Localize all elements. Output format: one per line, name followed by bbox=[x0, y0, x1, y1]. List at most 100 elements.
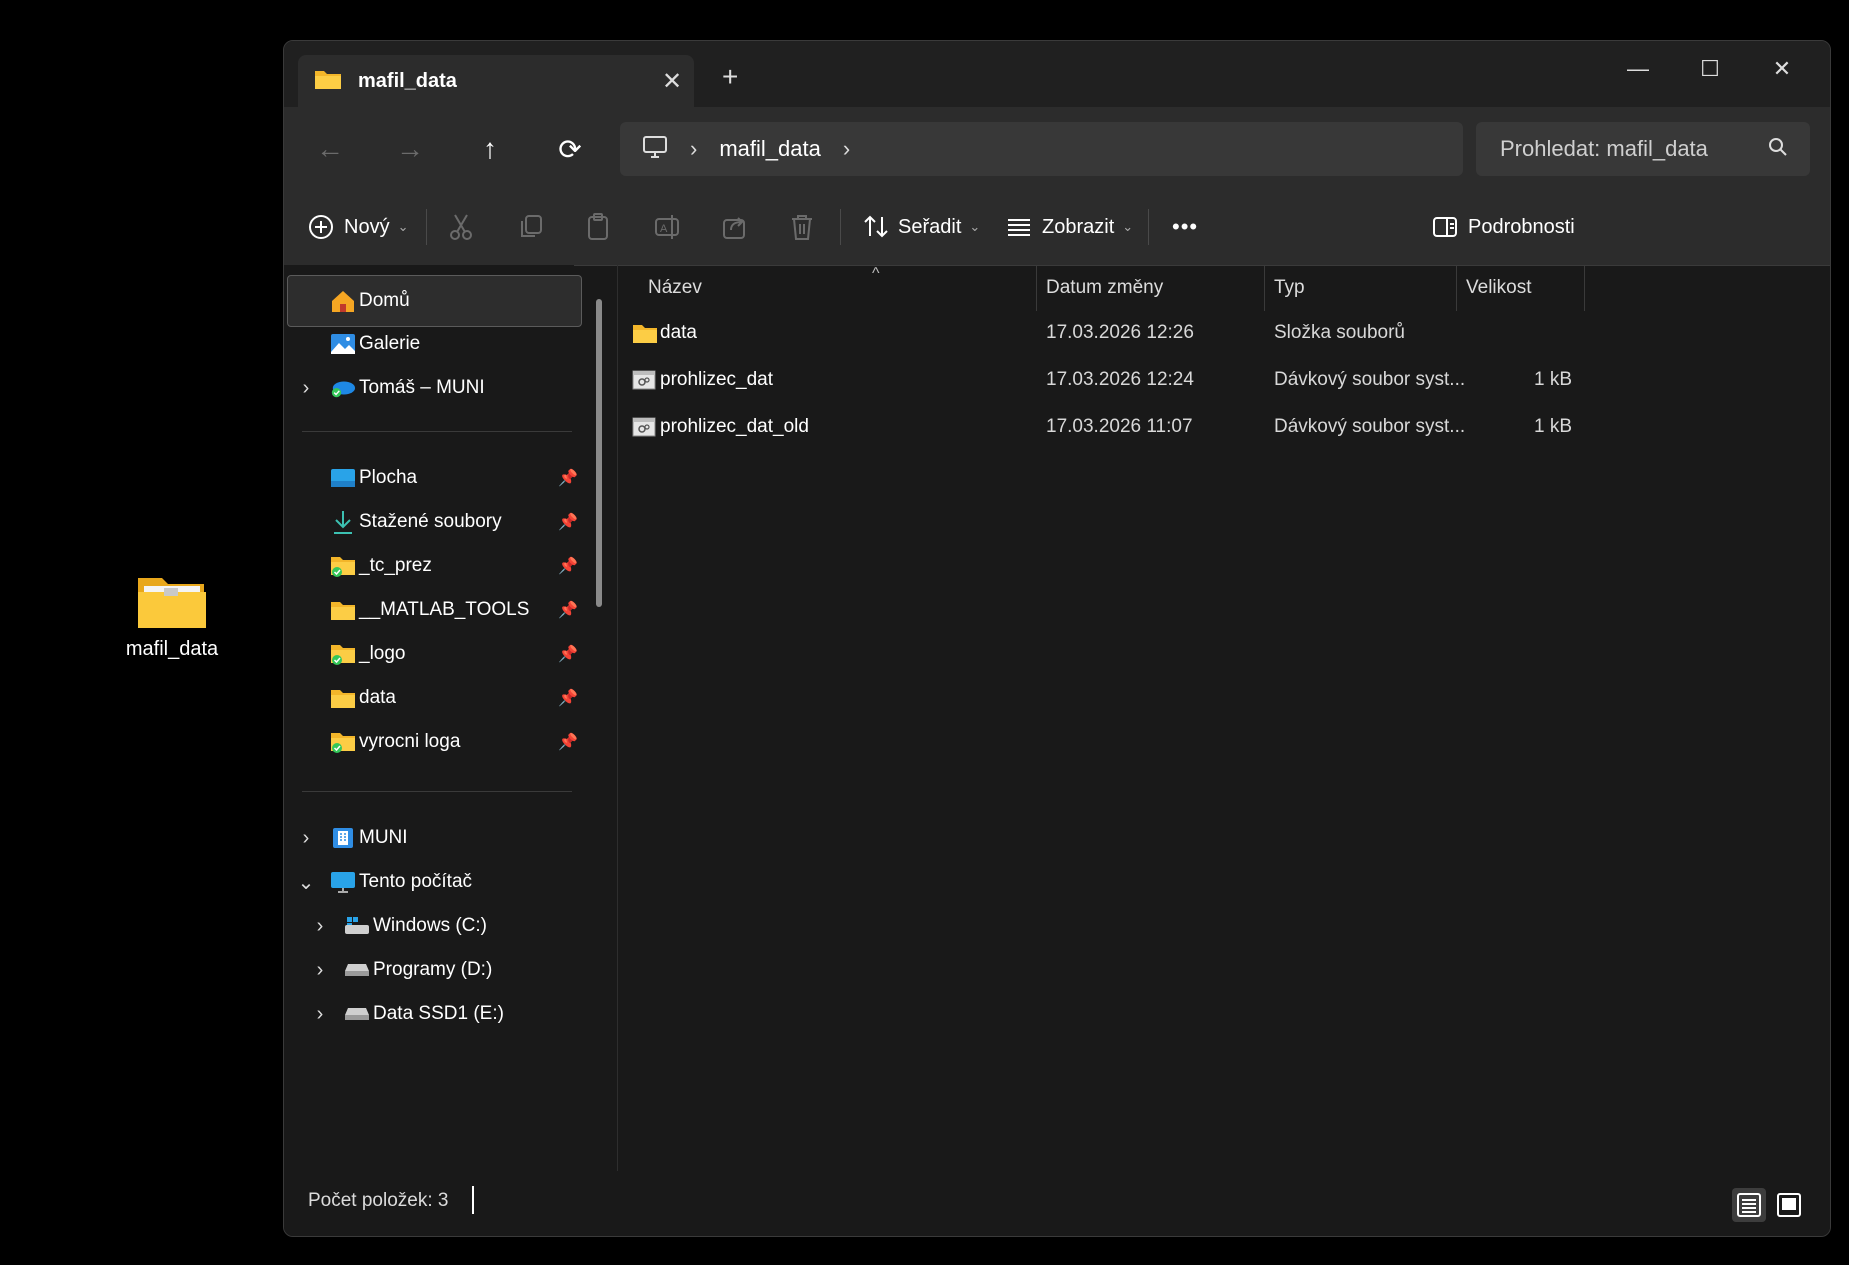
share-icon[interactable] bbox=[722, 203, 748, 251]
search-input[interactable]: Prohledat: mafil_data bbox=[1500, 136, 1768, 162]
item-count: Počet položek: 3 bbox=[308, 1190, 449, 1211]
tab-mafil-data[interactable]: mafil_data ✕ bbox=[298, 55, 694, 107]
sidebar-item-tc-prez[interactable]: _tc_prez 📌 bbox=[288, 541, 580, 591]
computer-icon bbox=[330, 870, 356, 894]
new-button[interactable]: Nový ⌄ bbox=[308, 203, 408, 251]
refresh-button[interactable]: ⟳ bbox=[546, 125, 594, 173]
large-icons-view-button[interactable] bbox=[1772, 1188, 1806, 1222]
sidebar-item-tento-pocitac[interactable]: ⌄ Tento počítač bbox=[288, 857, 580, 907]
status-bar: Počet položek: 3 bbox=[284, 1172, 1830, 1236]
column-header-type[interactable]: Typ bbox=[1274, 265, 1305, 311]
maximize-button[interactable]: ☐ bbox=[1674, 47, 1746, 91]
table-row[interactable]: prohlizec_dat 17.03.2026 12:24 Dávkový s… bbox=[618, 357, 1770, 403]
details-view-icon bbox=[1737, 1193, 1761, 1217]
folder-icon bbox=[330, 686, 356, 710]
copy-icon[interactable] bbox=[518, 203, 544, 251]
sort-icon bbox=[864, 215, 888, 238]
table-row[interactable]: data 17.03.2026 12:26 Složka souborů bbox=[618, 310, 1770, 356]
gallery-icon bbox=[330, 332, 356, 356]
folder-icon bbox=[314, 68, 342, 95]
sidebar-item-data[interactable]: data 📌 bbox=[288, 673, 580, 723]
sidebar-item-label: Domů bbox=[359, 290, 410, 311]
file-date: 17.03.2026 11:07 bbox=[1046, 416, 1193, 437]
pin-icon[interactable]: 📌 bbox=[558, 688, 578, 708]
minimize-button[interactable]: — bbox=[1602, 47, 1674, 91]
table-row[interactable]: prohlizec_dat_old 17.03.2026 11:07 Dávko… bbox=[618, 404, 1770, 450]
sidebar-item-label: MUNI bbox=[359, 827, 408, 848]
sidebar-item-programy-d[interactable]: › Programy (D:) bbox=[288, 945, 580, 995]
desktop-folder-shortcut[interactable]: mafil_data bbox=[112, 570, 232, 661]
up-button[interactable]: ↑ bbox=[466, 125, 514, 173]
details-view-button[interactable] bbox=[1732, 1188, 1766, 1222]
sidebar-item-logo[interactable]: _logo 📌 bbox=[288, 629, 580, 679]
file-name[interactable]: data bbox=[660, 310, 697, 356]
details-pane-button[interactable]: Podrobnosti bbox=[1432, 203, 1575, 251]
sidebar-item-data-ssd1-e[interactable]: › Data SSD1 (E:) bbox=[288, 989, 580, 1039]
rename-icon[interactable]: A bbox=[654, 203, 682, 251]
search-box[interactable]: Prohledat: mafil_data bbox=[1476, 122, 1810, 176]
file-date: 17.03.2026 12:26 bbox=[1046, 322, 1194, 343]
forward-button[interactable]: → bbox=[386, 125, 434, 173]
column-header-size[interactable]: Velikost bbox=[1466, 265, 1531, 311]
view-button[interactable]: Zobrazit ⌄ bbox=[1006, 203, 1133, 251]
sidebar-item-gallery[interactable]: Galerie bbox=[288, 319, 580, 369]
pin-icon[interactable]: 📌 bbox=[558, 732, 578, 752]
navigation-pane: Domů Galerie › Tomáš – MUNI Plocha 📌 Sta… bbox=[284, 265, 582, 1171]
chevron-right-icon[interactable]: › bbox=[310, 1003, 330, 1026]
sidebar-item-vyrocni-loga[interactable]: vyrocni loga 📌 bbox=[288, 717, 580, 767]
drive-icon bbox=[344, 1002, 370, 1026]
sidebar-item-matlab-tools[interactable]: __MATLAB_TOOLS 📌 bbox=[288, 585, 580, 635]
sidebar-item-onedrive[interactable]: › Tomáš – MUNI bbox=[288, 363, 580, 413]
chevron-down-icon: ⌄ bbox=[1122, 219, 1134, 234]
file-name[interactable]: prohlizec_dat_old bbox=[660, 404, 809, 450]
synced-folder-icon bbox=[330, 730, 356, 754]
sidebar-item-plocha[interactable]: Plocha 📌 bbox=[288, 453, 580, 503]
search-icon[interactable] bbox=[1768, 137, 1788, 162]
close-tab-icon[interactable]: ✕ bbox=[650, 67, 694, 96]
sidebar-item-label: Stažené soubory bbox=[359, 511, 502, 532]
pin-icon[interactable]: 📌 bbox=[558, 600, 578, 620]
sidebar-item-stazene-soubory[interactable]: Stažené soubory 📌 bbox=[288, 497, 580, 547]
more-options-button[interactable]: ••• bbox=[1172, 203, 1198, 251]
sidebar-item-label: _logo bbox=[359, 643, 406, 664]
breadcrumb-chevron-icon[interactable]: › bbox=[843, 136, 850, 162]
paste-icon[interactable] bbox=[586, 203, 612, 251]
file-name[interactable]: prohlizec_dat bbox=[660, 357, 773, 403]
breadcrumb-mafil-data[interactable]: mafil_data bbox=[719, 136, 821, 162]
sidebar-item-label: Programy (D:) bbox=[373, 959, 493, 980]
building-icon bbox=[330, 826, 356, 850]
chevron-down-icon[interactable]: ⌄ bbox=[296, 870, 316, 895]
close-window-button[interactable]: ✕ bbox=[1746, 47, 1818, 91]
title-bar: mafil_data ✕ + — ☐ ✕ bbox=[284, 41, 1830, 107]
chevron-right-icon[interactable]: › bbox=[310, 959, 330, 982]
navigation-bar: ← → ↑ ⟳ › mafil_data › Prohledat: mafil_… bbox=[284, 107, 1830, 189]
delete-icon[interactable] bbox=[790, 203, 814, 251]
back-button[interactable]: ← bbox=[306, 125, 354, 173]
column-header-name[interactable]: Název bbox=[648, 265, 702, 311]
sidebar-item-label: Tento počítač bbox=[359, 871, 473, 892]
pin-icon[interactable]: 📌 bbox=[558, 644, 578, 664]
computer-icon[interactable] bbox=[642, 135, 668, 164]
pin-icon[interactable]: 📌 bbox=[558, 512, 578, 532]
pin-icon[interactable]: 📌 bbox=[558, 468, 578, 488]
chevron-right-icon[interactable]: › bbox=[296, 377, 316, 400]
sidebar-item-muni[interactable]: › MUNI bbox=[288, 813, 580, 863]
chevron-right-icon[interactable]: › bbox=[310, 915, 330, 938]
sidebar-scrollbar[interactable] bbox=[596, 299, 602, 607]
sort-button[interactable]: Seřadit ⌄ bbox=[862, 203, 980, 251]
breadcrumb-chevron-icon[interactable]: › bbox=[690, 136, 697, 162]
sidebar-item-windows-c[interactable]: › Windows (C:) bbox=[288, 901, 580, 951]
column-header-date[interactable]: Datum změny bbox=[1046, 265, 1163, 311]
cut-icon[interactable] bbox=[448, 203, 474, 251]
chevron-right-icon[interactable]: › bbox=[296, 827, 316, 850]
file-type: Složka souborů bbox=[1274, 322, 1405, 343]
large-icons-view-icon bbox=[1777, 1193, 1801, 1217]
sidebar-item-label: Data SSD1 (E:) bbox=[373, 1003, 504, 1024]
new-tab-button[interactable]: + bbox=[722, 61, 738, 93]
folder-icon bbox=[330, 598, 356, 622]
pin-icon[interactable]: 📌 bbox=[558, 556, 578, 576]
address-bar[interactable]: › mafil_data › bbox=[620, 122, 1463, 176]
folder-icon bbox=[632, 310, 658, 356]
sidebar-item-label: _tc_prez bbox=[359, 555, 432, 576]
file-date: 17.03.2026 12:24 bbox=[1046, 369, 1194, 390]
